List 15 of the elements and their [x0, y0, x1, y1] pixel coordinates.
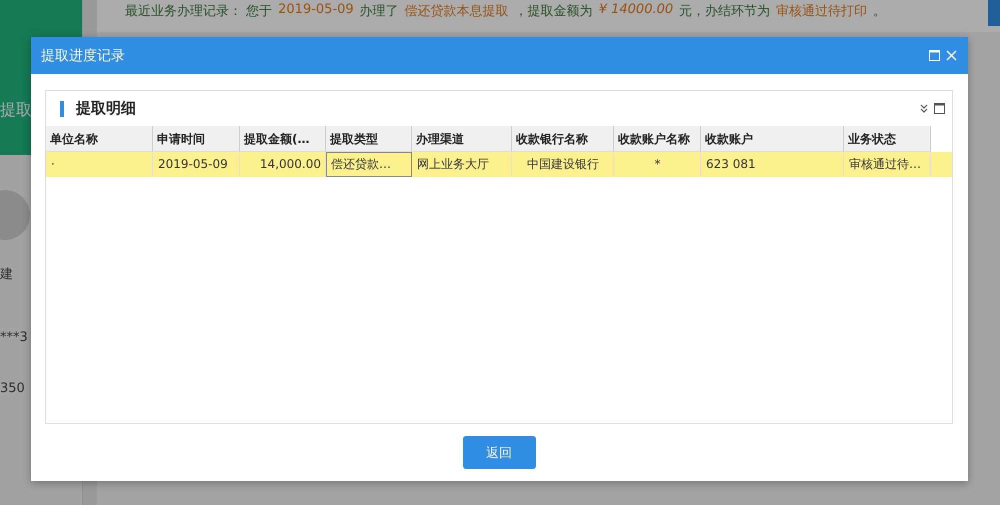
table-cell: ·	[46, 152, 153, 177]
table-cell: 623 081	[701, 152, 844, 177]
table-cell: 14,000.00	[240, 152, 326, 177]
sidebar-text: 建	[0, 266, 13, 283]
table-cell: *	[614, 152, 701, 177]
notice-text: 最近业务办理记录： 您于 2019-05-09 办理了 偿还贷款本息提取 ，提取金额为 ¥ 14000.00 元，办结环节为 审核通过待打印 。	[97, 0, 1000, 32]
sidebar-text: 350	[0, 381, 25, 396]
table-cell: 2019-05-09	[153, 152, 240, 177]
table-cell: 审核通过待…	[844, 152, 931, 177]
table-cell: 网上业务大厅	[412, 152, 512, 177]
sidebar-text: ***3	[0, 330, 28, 345]
table-cell: 偿还贷款…	[326, 152, 412, 177]
table-cell: 中国建设银行	[512, 152, 614, 177]
panel-title: 提取明细	[76, 99, 136, 118]
dialog-title: 提取进度记录	[41, 46, 126, 64]
